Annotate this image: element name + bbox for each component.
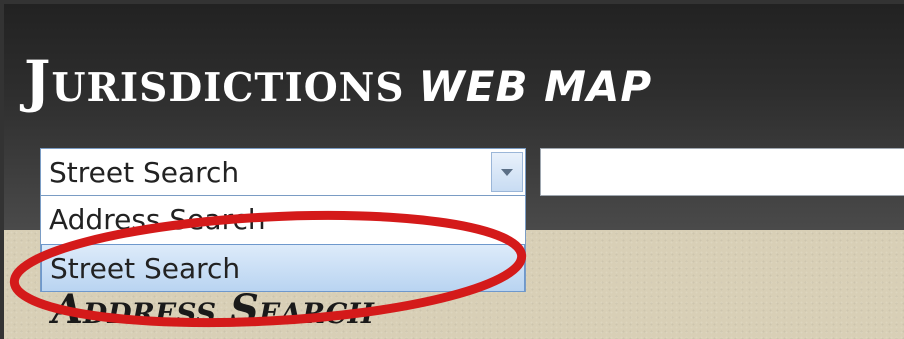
select-value: Street Search <box>49 156 240 189</box>
app-frame: Jurisdictions web map Street Search Addre… <box>0 0 904 339</box>
search-input[interactable] <box>540 148 904 196</box>
chevron-down-icon <box>501 168 513 176</box>
section-heading: Address Search <box>52 286 374 333</box>
search-type-select[interactable]: Street Search <box>40 148 526 196</box>
title-sub: web map <box>418 62 653 111</box>
search-type-dropdown-list: Address Search Street Search <box>40 196 526 292</box>
page-title: Jurisdictions web map <box>24 54 652 110</box>
title-main: Jurisdictions <box>24 49 405 115</box>
dropdown-arrow-button[interactable] <box>491 152 523 192</box>
option-address-search[interactable]: Address Search <box>41 196 525 244</box>
option-street-search[interactable]: Street Search <box>41 244 525 292</box>
